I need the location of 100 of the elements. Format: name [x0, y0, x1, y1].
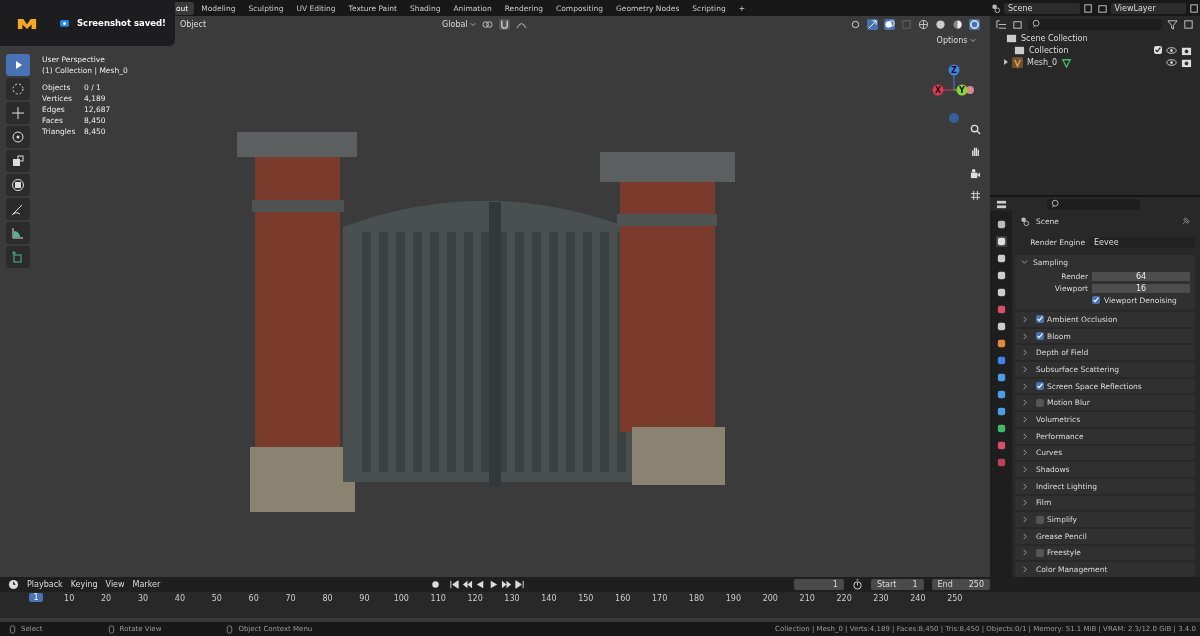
chevron-icon	[1021, 499, 1028, 507]
frame-number: 120	[466, 593, 484, 603]
scene-icon	[1019, 215, 1030, 227]
scene-icon[interactable]	[990, 2, 1001, 14]
toast-message: Screenshot saved!	[77, 18, 166, 28]
orientation-dropdown[interactable]: Global	[442, 19, 477, 29]
current-frame-field[interactable]: 1	[793, 578, 844, 590]
zoom-icon[interactable]	[970, 124, 981, 135]
frame-number: 110	[429, 593, 447, 603]
menu-item[interactable]: Marker	[132, 579, 161, 589]
menu-item[interactable]: View	[105, 579, 125, 589]
number-field[interactable]: 16	[1092, 283, 1190, 293]
checkbox[interactable]	[1036, 382, 1044, 391]
start-frame-field[interactable]: Start 1	[870, 578, 924, 590]
frame-number: 70	[284, 593, 297, 603]
properties-tab-icon[interactable]	[995, 253, 1007, 264]
properties-tab-icon[interactable]	[995, 389, 1007, 400]
gizmo-toggle-icon[interactable]	[867, 18, 878, 30]
properties-tab-icon[interactable]	[995, 287, 1007, 298]
frame-number: 90	[358, 593, 371, 603]
exclude-checkbox[interactable]	[1154, 46, 1162, 54]
checkbox[interactable]	[1036, 315, 1044, 324]
display-mode-icon[interactable]	[996, 18, 1007, 30]
stopwatch-icon[interactable]	[851, 578, 863, 590]
chevron-icon	[1021, 332, 1028, 340]
overlay-toggle-icon[interactable]	[884, 18, 895, 30]
properties-tab-icon[interactable]	[995, 270, 1007, 281]
copy-icon[interactable]	[1082, 2, 1094, 14]
properties-tab-icon[interactable]	[995, 236, 1007, 247]
scale-tool-icon	[11, 154, 25, 168]
cursor-tool-button[interactable]	[6, 78, 30, 100]
visibility-icon[interactable]	[850, 18, 861, 30]
navigation-gizmo[interactable]: X Y Z	[930, 62, 974, 126]
checkbox[interactable]	[1092, 296, 1100, 304]
view-layer-field[interactable]: ViewLayer	[1110, 2, 1186, 14]
number-field[interactable]: 64	[1092, 271, 1190, 281]
frame-number: 150	[577, 593, 595, 603]
solid-shading-icon[interactable]	[935, 18, 946, 30]
search-field[interactable]	[1028, 18, 1162, 30]
eye-icon[interactable]	[1166, 56, 1177, 68]
properties-tab-icon[interactable]	[995, 423, 1007, 434]
playback-control-icon[interactable]	[513, 578, 525, 590]
playhead[interactable]: 1	[29, 592, 43, 602]
render-engine-dropdown[interactable]: Eevee	[1090, 236, 1195, 248]
menu-item[interactable]: Playback	[27, 579, 63, 589]
checkbox[interactable]	[1036, 332, 1044, 341]
mouse-left-icon	[8, 624, 17, 634]
properties-tab-icon[interactable]	[995, 372, 1007, 383]
mesh-object-icon	[1012, 56, 1023, 68]
properties-tab-icon[interactable]	[995, 219, 1007, 230]
rotate-tool-button[interactable]	[6, 126, 30, 148]
snap-icon[interactable]	[499, 18, 511, 30]
editor-type-icon[interactable]	[996, 198, 1007, 210]
collection-icon	[1006, 32, 1017, 44]
measure-tool-button[interactable]	[6, 222, 30, 244]
scene-field[interactable]: Scene	[1004, 2, 1080, 14]
eye-icon[interactable]	[1166, 44, 1177, 56]
properties-tab-icon[interactable]	[995, 338, 1007, 349]
checkbox[interactable]	[1036, 398, 1044, 407]
outliner-item[interactable]: Mesh_0	[1027, 57, 1058, 67]
clock-icon[interactable]	[8, 578, 19, 590]
copy-icon[interactable]	[1189, 2, 1200, 14]
playback-control-icon[interactable]	[448, 578, 460, 590]
new-collection-icon[interactable]	[1183, 18, 1194, 30]
transform-tool-button[interactable]	[6, 174, 30, 196]
pivot-icon[interactable]	[482, 18, 494, 30]
camera-icon[interactable]	[970, 168, 981, 179]
checkbox[interactable]	[1036, 548, 1044, 557]
options-dropdown[interactable]: Options	[936, 36, 976, 45]
mouse-right-icon	[225, 624, 235, 634]
properties-tab-icon[interactable]	[995, 321, 1007, 332]
chevron-icon	[1021, 449, 1028, 457]
chevron-icon	[1021, 258, 1028, 265]
outliner-item[interactable]: Collection	[1029, 45, 1069, 55]
checkbox[interactable]	[1036, 515, 1044, 524]
grid-icon[interactable]	[970, 190, 981, 201]
rendered-shading-icon[interactable]	[969, 18, 980, 30]
move-tool-icon	[11, 106, 25, 120]
properties-tab-icon[interactable]	[995, 406, 1007, 417]
add-tool-button[interactable]	[6, 246, 30, 268]
frame-number: 190	[724, 593, 743, 603]
menu-item[interactable]: Object	[180, 19, 207, 29]
material-shading-icon[interactable]	[952, 18, 963, 30]
outliner-item[interactable]: Scene Collection	[1021, 33, 1088, 43]
end-frame-field[interactable]: End 250	[931, 578, 990, 590]
record-icon[interactable]	[429, 578, 441, 590]
measure-tool-icon	[11, 226, 25, 240]
move-tool-button[interactable]	[6, 102, 30, 124]
filter-layer-icon[interactable]	[1012, 18, 1023, 30]
chevron-icon	[1021, 549, 1028, 557]
view-layer-icon[interactable]	[1096, 2, 1108, 14]
menu-item[interactable]: Keying	[70, 579, 98, 589]
search-field[interactable]	[1047, 198, 1140, 210]
wireframe-shading-icon[interactable]	[918, 18, 929, 30]
filter-icon[interactable]	[1167, 18, 1178, 30]
frame-number: 30	[136, 593, 150, 603]
annotate-tool-button[interactable]	[6, 198, 30, 220]
expand-arrow-icon[interactable]	[1004, 59, 1008, 65]
select-tool-button[interactable]	[6, 54, 30, 76]
scale-tool-button[interactable]	[6, 150, 30, 172]
